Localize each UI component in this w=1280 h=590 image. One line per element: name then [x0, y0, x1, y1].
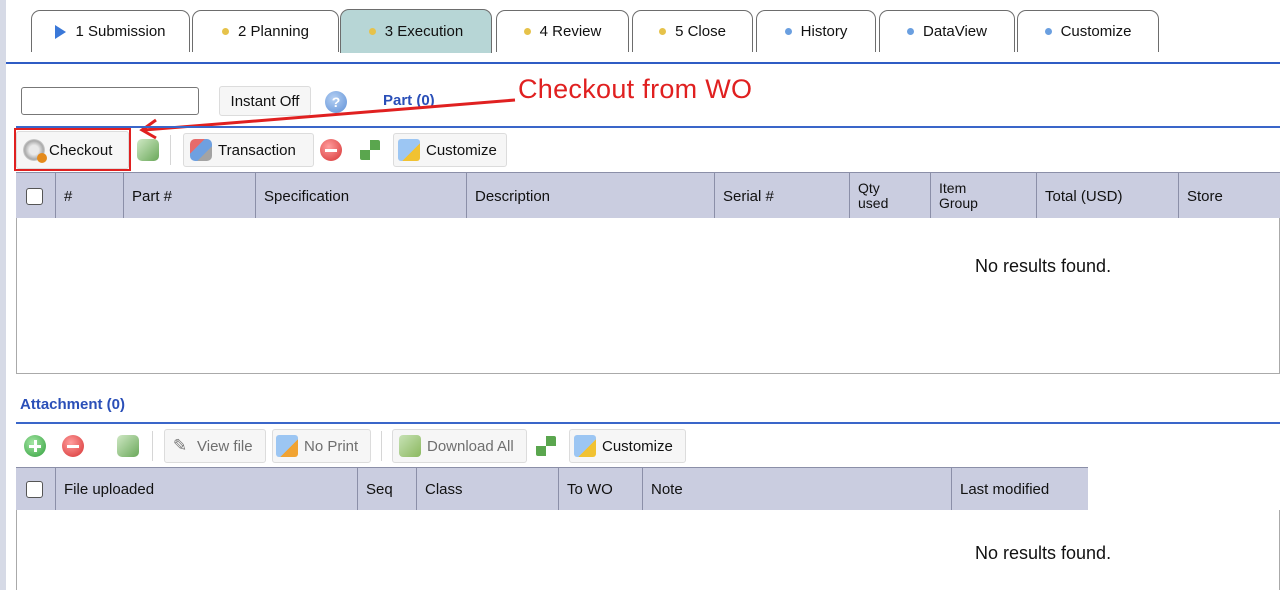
toolbar-separator [381, 431, 382, 461]
add-icon[interactable] [24, 435, 46, 457]
status-dot-icon [907, 28, 915, 35]
attachment-grid-header: File uploaded Seq Class To WO Note Last … [16, 467, 1088, 511]
customize-label: Customize [426, 141, 497, 159]
toolbar-separator [170, 135, 171, 165]
col-note[interactable]: Note [642, 468, 951, 510]
status-dot-icon [368, 28, 376, 35]
tab-label: 3 Execution [384, 23, 464, 40]
tab-review[interactable]: 4 Review [496, 10, 629, 52]
customize-button[interactable]: Customize [393, 133, 507, 167]
status-dot-icon [523, 28, 531, 35]
attachment-customize-label: Customize [602, 437, 673, 455]
cubes-icon [190, 139, 212, 161]
tab-customize[interactable]: Customize [1017, 10, 1159, 52]
annotation-text: Checkout from WO [518, 74, 753, 104]
col-num[interactable]: # [55, 173, 123, 219]
refresh-icon[interactable] [137, 139, 159, 161]
col-total[interactable]: Total (USD) [1036, 173, 1178, 219]
part-section-divider [16, 126, 1280, 128]
tab-label: 4 Review [539, 23, 602, 40]
part-grid-body [16, 218, 1280, 374]
attachment-empty-message: No results found. [975, 543, 1112, 563]
remove-icon[interactable] [320, 139, 342, 161]
refresh-icon[interactable] [117, 435, 139, 457]
col-last-modified[interactable]: Last modified [951, 468, 1088, 510]
qty-line2: used [858, 195, 889, 211]
col-qty-used[interactable]: Qty used [849, 173, 930, 219]
tab-label: History [800, 23, 848, 40]
col-part[interactable]: Part # [123, 173, 255, 219]
no-print-label: No Print [304, 437, 359, 455]
part-empty-message: No results found. [975, 256, 1112, 276]
transaction-label: Transaction [218, 141, 296, 159]
attachment-customize-button[interactable]: Customize [569, 429, 686, 463]
select-all-checkbox[interactable] [26, 187, 43, 205]
remove-icon[interactable] [62, 435, 84, 457]
tab-label: Customize [1060, 23, 1132, 40]
col-seq[interactable]: Seq [357, 468, 416, 510]
col-to-wo[interactable]: To WO [558, 468, 642, 510]
view-file-label: View file [197, 437, 253, 455]
select-all-cell [16, 468, 55, 510]
tab-execution[interactable]: 3 Execution [340, 9, 492, 53]
select-all-checkbox[interactable] [26, 480, 43, 498]
attachment-section-title: Attachment (0) [20, 396, 126, 413]
tab-bar: 1 Submission 2 Planning 3 Execution 4 Re… [6, 0, 1280, 64]
paperclip-icon: ✎ [172, 436, 188, 455]
part-grid-header: # Part # Specification Description Seria… [16, 172, 1280, 220]
status-dot-icon [222, 28, 230, 35]
group-line1: Item [939, 180, 967, 196]
attachment-section-divider [16, 422, 1280, 424]
tab-label: 2 Planning [238, 23, 309, 40]
tab-history[interactable]: History [756, 10, 876, 52]
col-item-group[interactable]: Item Group [930, 173, 1036, 219]
tab-close[interactable]: 5 Close [632, 10, 753, 52]
col-description[interactable]: Description [466, 173, 714, 219]
play-triangle-icon [55, 24, 67, 39]
tab-label: DataView [923, 23, 987, 40]
status-dot-icon [659, 28, 667, 35]
no-print-icon [276, 435, 298, 457]
status-dot-icon [1044, 28, 1052, 35]
download-all-button[interactable]: Download All [392, 429, 527, 463]
download-icon [399, 435, 421, 457]
expand-icon[interactable] [536, 436, 556, 456]
transaction-button[interactable]: Transaction [183, 133, 314, 167]
col-specification[interactable]: Specification [255, 173, 466, 219]
toolbar-separator [152, 431, 153, 461]
view-file-button[interactable]: ✎ View file [164, 429, 266, 463]
select-all-cell [16, 173, 55, 219]
col-serial[interactable]: Serial # [714, 173, 849, 219]
col-store[interactable]: Store [1178, 173, 1280, 219]
tab-submission[interactable]: 1 Submission [31, 10, 190, 52]
status-dot-icon [784, 28, 792, 35]
tab-planning[interactable]: 2 Planning [192, 10, 339, 52]
tab-label: 1 Submission [75, 23, 166, 40]
col-file-uploaded[interactable]: File uploaded [55, 468, 357, 510]
col-class[interactable]: Class [416, 468, 558, 510]
tab-label: 5 Close [675, 23, 726, 40]
edit-icon [398, 139, 420, 161]
tab-dataview[interactable]: DataView [879, 10, 1015, 52]
download-all-label: Download All [427, 437, 514, 455]
no-print-button[interactable]: No Print [272, 429, 371, 463]
annotation-highlight-box [14, 128, 131, 171]
qty-line1: Qty [858, 180, 880, 196]
edit-icon [574, 435, 596, 457]
expand-icon[interactable] [360, 140, 380, 160]
group-line2: Group [939, 195, 978, 211]
